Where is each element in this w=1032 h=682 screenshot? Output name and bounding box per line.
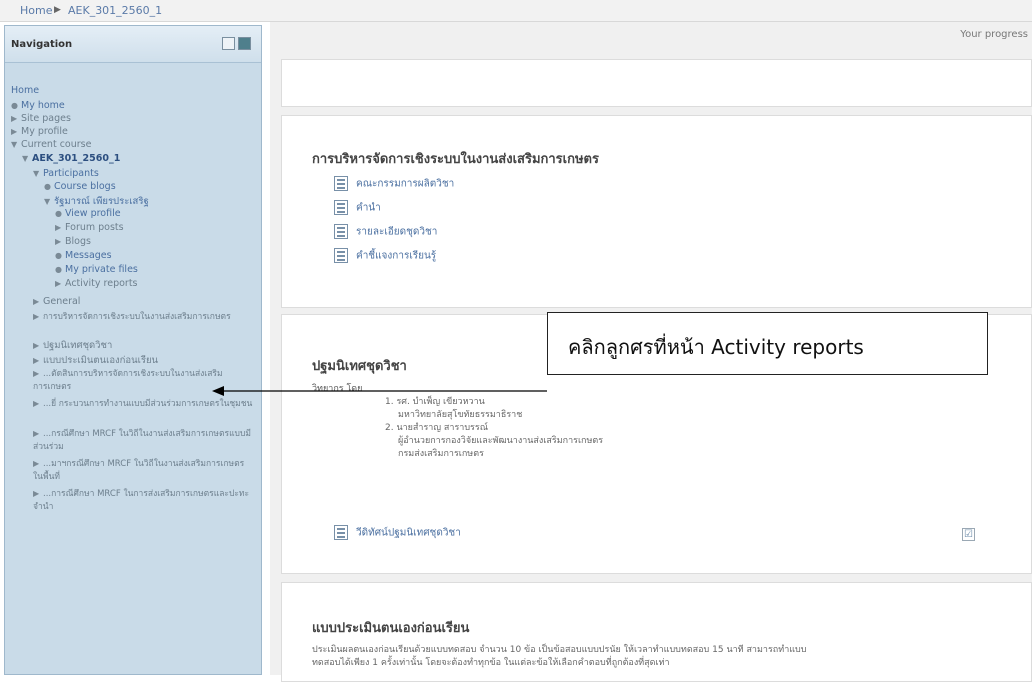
arrow-head-icon [212,386,224,396]
callout-text: คลิกลูกศรที่หน้า Activity reports [568,335,864,359]
annotation-callout: คลิกลูกศรที่หน้า Activity reports [547,312,988,375]
